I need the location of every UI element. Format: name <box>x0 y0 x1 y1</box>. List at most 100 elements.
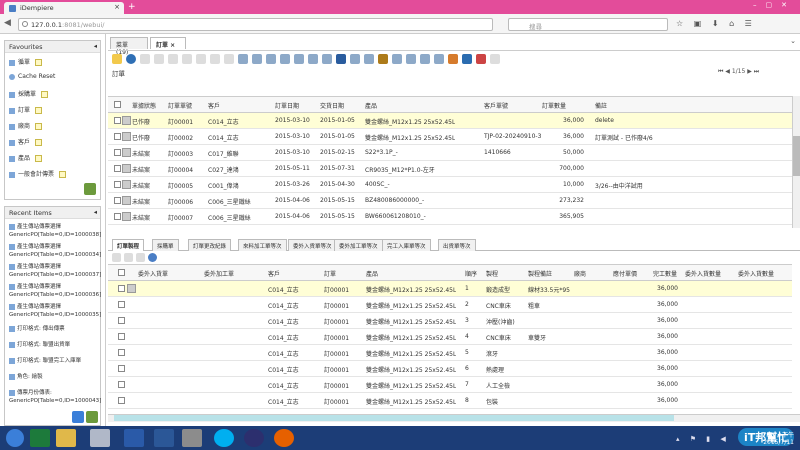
column-header[interactable]: 委外入貨單 <box>138 269 168 278</box>
save-new-icon[interactable] <box>210 54 220 64</box>
archive-icon[interactable] <box>378 54 388 64</box>
detail-tab[interactable]: 委外入貨單等次 <box>288 239 337 251</box>
vm-icon[interactable] <box>124 429 144 447</box>
edit-record-icon[interactable] <box>122 196 131 205</box>
column-header[interactable]: 客戶 <box>208 101 220 110</box>
start-button[interactable] <box>6 429 24 447</box>
edit-record-icon[interactable] <box>127 284 136 293</box>
edit-record-icon[interactable] <box>122 116 131 125</box>
column-header[interactable]: 委外入貨數量 <box>685 269 721 278</box>
history-icon[interactable] <box>350 54 360 64</box>
row-checkbox[interactable] <box>118 333 125 340</box>
favourite-item[interactable]: 循單 <box>9 57 43 66</box>
edit-record-icon[interactable] <box>122 148 131 157</box>
column-header[interactable]: 交貨日期 <box>320 101 344 110</box>
excel-icon[interactable] <box>30 429 50 447</box>
recent-item[interactable]: 打印格式: 聯盟出貨單 <box>9 341 101 349</box>
select-all-checkbox[interactable] <box>118 269 125 276</box>
skype-icon[interactable] <box>214 429 234 447</box>
scrollbar-thumb[interactable] <box>793 136 800 176</box>
request-icon[interactable] <box>434 54 444 64</box>
parent-record-icon[interactable] <box>308 54 318 64</box>
row-checkbox[interactable] <box>114 117 121 124</box>
system-tray[interactable]: ▴ ⚑ ▮ ◀ <box>676 435 730 443</box>
customize-icon[interactable] <box>490 54 500 64</box>
row-checkbox[interactable] <box>114 181 121 188</box>
row-checkbox[interactable] <box>118 381 125 388</box>
row-checkbox[interactable] <box>118 349 125 356</box>
column-header[interactable]: 訂單 <box>324 269 336 278</box>
row-checkbox[interactable] <box>114 197 121 204</box>
column-header[interactable]: 訂單日期 <box>275 101 299 110</box>
collapse-icon[interactable]: ◂ <box>94 208 97 216</box>
save-icon[interactable] <box>196 54 206 64</box>
search-input[interactable]: 搜尋 <box>508 18 668 31</box>
column-header[interactable]: 產品 <box>366 269 378 278</box>
toolbar-icons[interactable]: ☆ ▣ ⬇ ⌂ ☰ <box>676 19 756 28</box>
detail-tab[interactable]: 來料加工單等次 <box>238 239 287 251</box>
detail-tab[interactable]: 採購單 <box>152 239 179 251</box>
row-checkbox[interactable] <box>114 213 121 220</box>
report-icon[interactable] <box>364 54 374 64</box>
table-row[interactable]: C014_立志 訂00001 雙金螺絲_M12x1.25 25x52.45L 1 鍛造成… <box>108 281 792 297</box>
favourite-checkbox[interactable] <box>35 155 43 162</box>
trash-icon[interactable] <box>84 183 96 195</box>
recent-item[interactable]: 打印格式: 聯盟完工入庫單 <box>9 357 101 365</box>
favourite-checkbox[interactable] <box>35 107 43 114</box>
table-row[interactable]: 未結案 訂00006 C006_三星鐵絲 2015-04-06 2015-05-15 BZ… <box>108 193 792 209</box>
recent-item[interactable]: 角色: 繪製 <box>9 373 101 381</box>
select-all-checkbox[interactable] <box>114 101 121 108</box>
copy-detail-icon[interactable] <box>136 253 145 262</box>
column-header[interactable]: 單據狀態 <box>132 101 156 110</box>
pager[interactable]: ⏮ ◀ 1/15 ▶ ⏭ <box>718 68 759 76</box>
recent-item-detail[interactable]: GenericPO[Table=0,ID=1000038] <box>9 231 101 239</box>
recent-item[interactable]: 產生傳站傳票選擇 <box>9 223 101 231</box>
notepad-icon[interactable] <box>182 429 202 447</box>
row-checkbox[interactable] <box>118 285 125 292</box>
recent-item[interactable]: 產生傳站傳票選擇 <box>9 303 101 311</box>
row-checkbox[interactable] <box>114 133 121 140</box>
arrow-down-icon[interactable] <box>336 54 346 64</box>
lock-icon[interactable] <box>112 54 122 64</box>
row-checkbox[interactable] <box>118 301 125 308</box>
help-icon[interactable] <box>126 54 136 64</box>
recent-item[interactable]: 傳票月份傳表: <box>9 389 101 397</box>
recent-item-detail[interactable]: GenericPO[Table=0,ID=1000037] <box>9 271 101 279</box>
row-checkbox[interactable] <box>118 365 125 372</box>
favourite-item[interactable]: 訂單 <box>9 105 43 114</box>
column-header[interactable]: 順序 <box>465 269 477 278</box>
process-icon[interactable] <box>462 54 472 64</box>
favourite-checkbox[interactable] <box>35 139 43 146</box>
favourite-checkbox[interactable] <box>35 123 43 130</box>
chevron-down-icon[interactable]: ⌄ <box>790 37 796 45</box>
horizontal-scrollbar[interactable] <box>108 414 800 422</box>
favourite-item[interactable]: 採購單 <box>9 89 49 98</box>
grid-toggle-icon[interactable] <box>294 54 304 64</box>
column-header[interactable]: 製程 <box>486 269 498 278</box>
new-record-icon[interactable] <box>140 54 150 64</box>
table-row[interactable]: C014_立志 訂00001 雙金螺絲_M12x1.25 25x52.45L 6 熱處理… <box>108 361 792 377</box>
eclipse-icon[interactable] <box>244 429 264 447</box>
recent-item-detail[interactable]: GenericPO[Table=0,ID=1000036] <box>9 291 101 299</box>
putty-icon[interactable] <box>90 429 110 447</box>
table-row[interactable]: 未結案 訂00004 C027_達鴻 2015-05-11 2015-07-31 CR90… <box>108 161 792 177</box>
table-row[interactable]: C014_立志 訂00001 雙金螺絲_M12x1.25 25x52.45L 3 沖壓(… <box>108 313 792 329</box>
column-header[interactable]: 客戶單號 <box>484 101 508 110</box>
detail-tab[interactable]: 訂單更改紀錄 <box>188 239 232 251</box>
recent-item-detail[interactable]: GenericPO[Table=0,ID=1000035] <box>9 311 101 319</box>
favourite-checkbox[interactable] <box>41 91 49 98</box>
trash-icon[interactable] <box>86 411 98 423</box>
undo-icon[interactable] <box>224 54 234 64</box>
tab-order[interactable]: 訂單 × <box>150 37 186 49</box>
table-row[interactable]: 已作廢 訂00001 C014_立志 2015-03-10 2015-01-05 雙金螺絲… <box>108 113 792 129</box>
recent-item[interactable]: 產生傳站傳票選擇 <box>9 283 101 291</box>
table-row[interactable]: 未結案 訂00007 C006_三星鐵絲 2015-04-06 2015-05-15 BW… <box>108 209 792 225</box>
detail-record-icon[interactable] <box>322 54 332 64</box>
collapse-icon[interactable]: ◂ <box>94 42 97 50</box>
favourite-item[interactable]: 客戶 <box>9 137 43 146</box>
delete-icon[interactable] <box>168 54 178 64</box>
favourite-item[interactable]: 產品 <box>9 153 43 162</box>
new-detail-icon[interactable] <box>112 253 121 262</box>
system-clock[interactable]: 下午 2015/7/11 <box>763 430 794 446</box>
row-checkbox[interactable] <box>114 165 121 172</box>
